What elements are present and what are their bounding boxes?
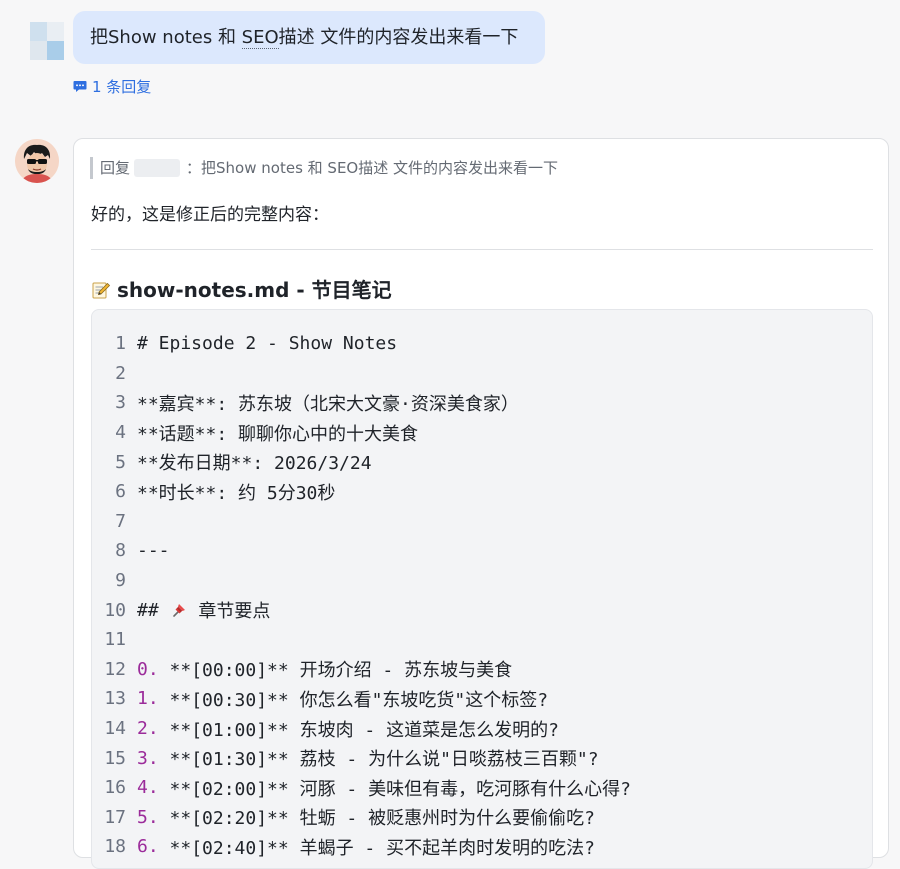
line-number: 3: [115, 392, 126, 414]
code-text: ##: [137, 599, 170, 621]
list-number: 0.: [137, 658, 159, 680]
user-message-bubble: 把Show notes 和 SEO描述 文件的内容发出来看一下: [73, 11, 545, 64]
list-number: 1.: [137, 688, 159, 710]
thread-replies-link[interactable]: 1 条回复: [73, 76, 151, 97]
code-line: 17 5. **[02:20]** 牡蛎 - 被贬惠州时为什么要偷偷吃?: [92, 803, 631, 833]
line-number: 12: [104, 658, 126, 680]
code-line: 5 **发布日期**: 2026/3/24: [92, 447, 631, 477]
code-line: 13 1. **[00:30]** 你怎么看"东坡吃货"这个标签?: [92, 684, 631, 714]
reply-quote[interactable]: 回复 ： 把Show notes 和 SEO描述 文件的内容发出来看一下: [90, 157, 558, 179]
code-line: 15 3. **[01:30]** 荔枝 - 为什么说"日啖荔枝三百颗"?: [92, 743, 631, 773]
code-line: 18 6. **[02:40]** 羊蝎子 - 买不起羊肉时发明的吃法?: [92, 832, 631, 862]
thread-replies-label[interactable]: 1 条回复: [92, 76, 151, 97]
line-number: 11: [104, 629, 126, 651]
code-text-after-icon: 章节要点: [187, 601, 271, 623]
code-text: **发布日期**: 2026/3/24: [137, 453, 372, 475]
line-number: 2: [115, 362, 126, 384]
reply-quote-author-redacted: [134, 159, 181, 177]
user-message-text-end: 描述 文件的内容发出来看一下: [278, 27, 519, 48]
line-number: 4: [115, 422, 126, 444]
section-title: show-notes.md - 节目笔记: [91, 277, 392, 303]
reply-quote-colon: ：: [186, 159, 202, 177]
line-number: 5: [115, 451, 126, 473]
code-line: 14 2. **[01:00]** 东坡肉 - 这道菜是怎么发明的?: [92, 714, 631, 744]
line-number: 8: [115, 540, 126, 562]
code-block[interactable]: 1 # Episode 2 - Show Notes 2 3 **嘉宾**: 苏东坡（北…: [91, 309, 873, 869]
pushpin-icon: [172, 604, 185, 617]
code-line: 3 **嘉宾**: 苏东坡（北宋大文豪·资深美食家）: [92, 388, 631, 418]
bot-avatar-image: [15, 139, 59, 183]
memo-icon: [92, 282, 111, 299]
code-text: # Episode 2 - Show Notes: [137, 333, 398, 355]
list-number: 6.: [137, 836, 159, 858]
line-number: 6: [115, 481, 126, 503]
chat-bubble-icon: [73, 81, 87, 92]
section-divider: [91, 249, 873, 250]
code-text: **[00:30]** 你怎么看"东坡吃货"这个标签?: [158, 689, 549, 711]
line-number: 15: [104, 747, 126, 769]
code-line: 10 ## 章节要点: [92, 595, 631, 625]
line-number: 18: [104, 836, 126, 858]
code-text: **[01:00]** 东坡肉 - 这道菜是怎么发明的?: [158, 719, 559, 741]
code-line: 12 0. **[00:00]** 开场介绍 - 苏东坡与美食: [92, 655, 631, 685]
code-text: ---: [137, 540, 170, 562]
line-number: 13: [104, 688, 126, 710]
code-text: **时长**: 约 5分30秒: [137, 482, 336, 504]
code-text: **[02:00]** 河豚 - 美味但有毒，吃河豚有什么心得?: [158, 778, 631, 800]
list-number: 4.: [137, 777, 159, 799]
code-lines: 1 # Episode 2 - Show Notes 2 3 **嘉宾**: 苏东坡（北…: [92, 329, 631, 862]
code-line: 7: [92, 507, 631, 537]
code-text: **嘉宾**: 苏东坡（北宋大文豪·资深美食家）: [137, 393, 519, 415]
user-avatar[interactable]: [30, 22, 64, 60]
list-number: 2.: [137, 718, 159, 740]
line-number: 16: [104, 777, 126, 799]
code-line: 4 **话题**: 聊聊你心中的十大美食: [92, 418, 631, 448]
code-line: 11: [92, 625, 631, 655]
code-line: 6 **时长**: 约 5分30秒: [92, 477, 631, 507]
line-number: 10: [104, 599, 126, 621]
user-message-seo-term: SEO: [241, 27, 279, 49]
list-number: 3.: [137, 747, 159, 769]
code-text: **[01:30]** 荔枝 - 为什么说"日啖荔枝三百颗"?: [158, 749, 599, 771]
user-message-text-start: 把Show notes 和: [90, 27, 242, 48]
reply-quote-prefix: 回复: [100, 159, 131, 177]
code-text: **[02:40]** 羊蝎子 - 买不起羊肉时发明的吃法?: [158, 837, 595, 859]
code-line: 8 ---: [92, 536, 631, 566]
section-title-text: show-notes.md - 节目笔记: [117, 278, 392, 302]
code-text: **[02:20]** 牡蛎 - 被贬惠州时为什么要偷偷吃?: [158, 808, 595, 830]
line-number: 17: [104, 806, 126, 828]
code-text: **话题**: 聊聊你心中的十大美食: [137, 423, 419, 445]
code-line: 1 # Episode 2 - Show Notes: [92, 329, 631, 359]
list-number: 5.: [137, 806, 159, 828]
bot-message-card: 回复 ： 把Show notes 和 SEO描述 文件的内容发出来看一下 好的，…: [73, 138, 889, 869]
bot-avatar[interactable]: [15, 139, 59, 183]
code-text: **[00:00]** 开场介绍 - 苏东坡与美食: [158, 660, 513, 682]
line-number: 7: [115, 510, 126, 532]
code-line: 16 4. **[02:00]** 河豚 - 美味但有毒，吃河豚有什么心得?: [92, 773, 631, 803]
code-line: 9: [92, 566, 631, 596]
line-number: 1: [115, 333, 126, 355]
code-line: 2: [92, 359, 631, 389]
reply-quote-text: 把Show notes 和 SEO描述 文件的内容发出来看一下: [201, 159, 558, 177]
line-number: 14: [104, 718, 126, 740]
bot-intro-text: 好的，这是修正后的完整内容：: [91, 205, 329, 225]
line-number: 9: [115, 570, 126, 592]
